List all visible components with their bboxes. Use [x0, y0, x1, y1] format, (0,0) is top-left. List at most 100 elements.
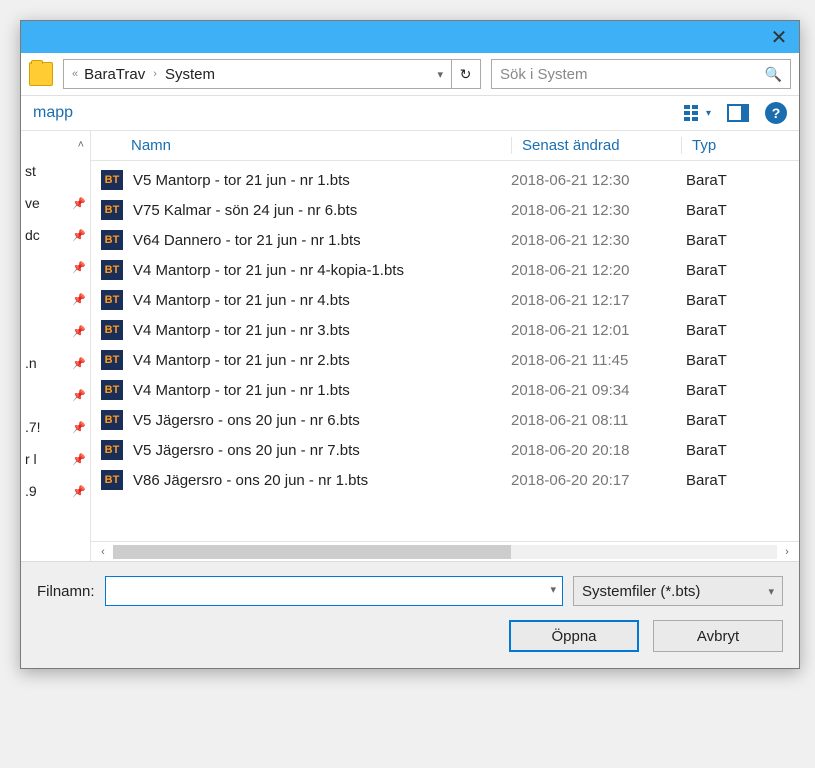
- nav-item-label: r l: [25, 451, 37, 467]
- pin-icon: 📌: [72, 485, 86, 498]
- file-modified: 2018-06-21 12:30: [511, 232, 686, 249]
- nav-item[interactable]: st: [21, 155, 90, 187]
- col-modified-header[interactable]: Senast ändrad: [511, 137, 681, 154]
- file-row[interactable]: BTV4 Mantorp - tor 21 jun - nr 3.bts2018…: [91, 315, 799, 345]
- file-name: V5 Jägersro - ons 20 jun - nr 7.bts: [133, 442, 511, 459]
- pin-icon: 📌: [72, 229, 86, 242]
- file-type: BaraT: [686, 412, 727, 429]
- filename-row: Filnamn: ▾ Systemfiler (*.bts) ▾: [37, 576, 783, 606]
- file-row[interactable]: BTV64 Dannero - tor 21 jun - nr 1.bts201…: [91, 225, 799, 255]
- chevron-down-icon[interactable]: ▾: [437, 68, 443, 81]
- scroll-left-icon[interactable]: ‹: [95, 546, 111, 558]
- refresh-button[interactable]: ↻: [451, 59, 481, 89]
- file-modified: 2018-06-21 12:01: [511, 322, 686, 339]
- cancel-button[interactable]: Avbryt: [653, 620, 783, 652]
- chevron-down-icon[interactable]: ▾: [550, 583, 556, 596]
- file-row[interactable]: BT V5 Jägersro - ons 20 jun - nr 7.bts201…: [91, 435, 799, 465]
- nav-item-label: ve: [25, 195, 40, 211]
- pin-icon: 📌: [72, 357, 86, 370]
- file-row[interactable]: BTV4 Mantorp - tor 21 jun - nr 1.bts2018…: [91, 375, 799, 405]
- nav-item[interactable]: 📌: [21, 379, 90, 411]
- nav-scroll-up[interactable]: ˄: [21, 135, 90, 155]
- nav-item[interactable]: 📌: [21, 315, 90, 347]
- address-row: « BaraTrav › System ▾ ↻ Sök i System 🔍: [21, 53, 799, 96]
- help-icon: ?: [772, 105, 781, 121]
- nav-item[interactable]: .n 📌: [21, 347, 90, 379]
- preview-pane-button[interactable]: [727, 104, 749, 122]
- file-name: V64 Dannero - tor 21 jun - nr 1.bts: [133, 232, 511, 249]
- pin-icon: 📌: [72, 421, 86, 434]
- file-modified: 2018-06-20 20:18: [511, 442, 686, 459]
- pin-icon: 📌: [72, 261, 86, 274]
- search-input[interactable]: Sök i System 🔍: [491, 59, 791, 89]
- chevron-down-icon: ▾: [706, 108, 711, 119]
- nav-item[interactable]: ve 📌: [21, 187, 90, 219]
- file-type: BaraT: [686, 472, 727, 489]
- file-row[interactable]: BTV4 Mantorp - tor 21 jun - nr 4-kopia-1…: [91, 255, 799, 285]
- file-row[interactable]: BTV4 Mantorp - tor 21 jun - nr 2.bts2018…: [91, 345, 799, 375]
- file-modified: 2018-06-21 12:30: [511, 172, 686, 189]
- file-row[interactable]: BTV5 Jägersro - ons 20 jun - nr 6.bts201…: [91, 405, 799, 435]
- nav-item-label: .n: [25, 355, 37, 371]
- file-row[interactable]: BTV75 Kalmar - sön 24 jun - nr 6.bts2018…: [91, 195, 799, 225]
- file-type: BaraT: [686, 172, 727, 189]
- pin-icon: 📌: [72, 197, 86, 210]
- open-button[interactable]: Öppna: [509, 620, 639, 652]
- breadcrumb-current[interactable]: System: [165, 66, 215, 83]
- nav-item[interactable]: .7! 📌: [21, 411, 90, 443]
- filename-label: Filnamn:: [37, 583, 95, 600]
- column-headers: Namn Senast ändrad Typ: [91, 131, 799, 161]
- search-placeholder: Sök i System: [500, 66, 588, 83]
- file-type-icon: BT: [101, 440, 123, 460]
- file-type: BaraT: [686, 442, 727, 459]
- file-type-icon: BT: [101, 320, 123, 340]
- scroll-thumb[interactable]: [113, 545, 511, 559]
- nav-item[interactable]: dc 📌: [21, 219, 90, 251]
- breadcrumb-root[interactable]: BaraTrav: [84, 66, 145, 83]
- nav-item[interactable]: r l 📌: [21, 443, 90, 475]
- nav-item[interactable]: 📌: [21, 283, 90, 315]
- bottom-panel: Filnamn: ▾ Systemfiler (*.bts) ▾ Öppna A…: [21, 561, 799, 668]
- file-type: BaraT: [686, 322, 727, 339]
- view-options-button[interactable]: ▾: [684, 105, 711, 121]
- pin-icon: 📌: [72, 453, 86, 466]
- col-type-header[interactable]: Typ: [681, 137, 799, 154]
- file-open-dialog: ✕ « BaraTrav › System ▾ ↻ Sök i System 🔍…: [20, 20, 800, 669]
- breadcrumb-back-icon: «: [72, 68, 78, 80]
- file-row[interactable]: BTV5 Mantorp - tor 21 jun - nr 1.bts2018…: [91, 165, 799, 195]
- nav-item[interactable]: .9📌: [21, 475, 90, 507]
- file-modified: 2018-06-21 12:17: [511, 292, 686, 309]
- file-type-value: Systemfiler (*.bts): [582, 583, 700, 600]
- filename-input[interactable]: ▾: [105, 576, 563, 606]
- content-area: ˄ stve📌dc📌📌📌📌.n📌📌.7!📌r l📌.9📌 Namn Senast…: [21, 131, 799, 561]
- file-list[interactable]: BTV5 Mantorp - tor 21 jun - nr 1.bts2018…: [91, 161, 799, 541]
- toolbar-label[interactable]: mapp: [33, 104, 73, 122]
- file-modified: 2018-06-21 09:34: [511, 382, 686, 399]
- close-button[interactable]: ✕: [759, 21, 799, 53]
- file-name: V86 Jägersro - ons 20 jun - nr 1.bts: [133, 472, 511, 489]
- breadcrumb[interactable]: « BaraTrav › System ▾: [63, 59, 452, 89]
- file-row[interactable]: BTV86 Jägersro - ons 20 jun - nr 1.bts20…: [91, 465, 799, 495]
- file-type: BaraT: [686, 262, 727, 279]
- col-name-header[interactable]: Namn: [131, 137, 511, 154]
- open-button-label: Öppna: [551, 628, 596, 645]
- file-row[interactable]: BTV4 Mantorp - tor 21 jun - nr 4.bts2018…: [91, 285, 799, 315]
- nav-item[interactable]: 📌: [21, 251, 90, 283]
- file-type: BaraT: [686, 352, 727, 369]
- file-type: BaraT: [686, 202, 727, 219]
- scroll-right-icon[interactable]: ›: [779, 546, 795, 558]
- horizontal-scrollbar[interactable]: ‹ ›: [91, 541, 799, 561]
- scroll-track[interactable]: [113, 545, 777, 559]
- help-button[interactable]: ?: [765, 102, 787, 124]
- file-modified: 2018-06-21 08:11: [511, 412, 686, 429]
- cancel-button-label: Avbryt: [697, 628, 739, 645]
- file-name: V5 Mantorp - tor 21 jun - nr 1.bts: [133, 172, 511, 189]
- nav-item-label: dc: [25, 227, 40, 243]
- file-name: V75 Kalmar - sön 24 jun - nr 6.bts: [133, 202, 511, 219]
- pin-icon: 📌: [72, 293, 86, 306]
- nav-item-label: .7!: [25, 419, 41, 435]
- close-icon: ✕: [771, 25, 788, 50]
- file-type-select[interactable]: Systemfiler (*.bts) ▾: [573, 576, 783, 606]
- file-type: BaraT: [686, 292, 727, 309]
- title-bar: ✕: [21, 21, 799, 53]
